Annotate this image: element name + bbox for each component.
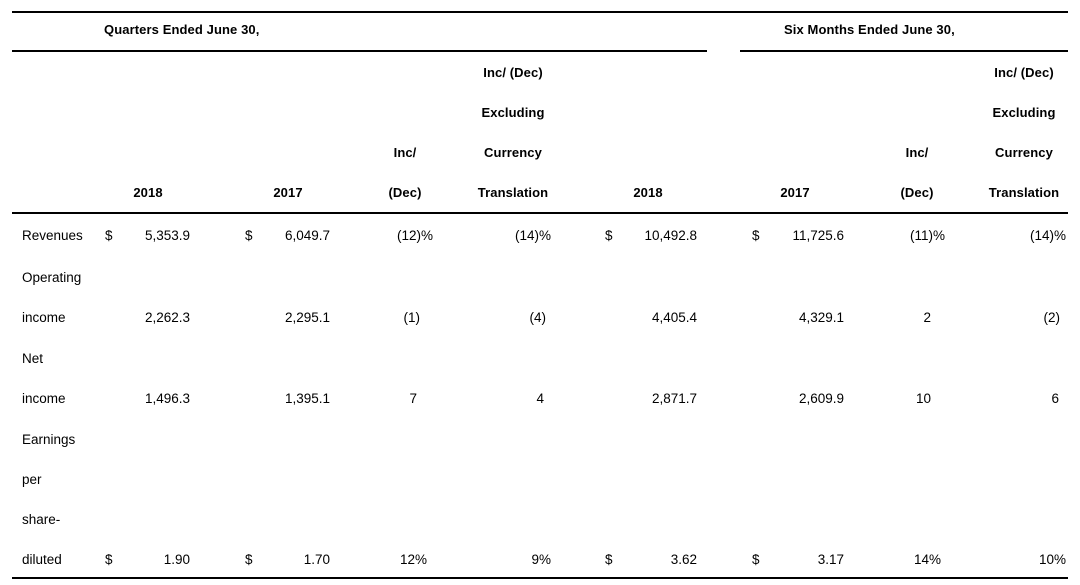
colhead-s-exfx-line1: Inc/ (Dec)	[994, 65, 1054, 80]
cell-s-2018: 3.62	[670, 552, 697, 567]
colhead-q-incdec-line2: (Dec)	[388, 185, 422, 200]
cell-currency-symbol: $	[752, 552, 760, 567]
colhead-s-exfx-line4: Translation	[988, 185, 1060, 200]
row-label-continuation: per	[22, 472, 42, 487]
row-label-continuation: income	[22, 391, 66, 406]
row-label-line: Net	[22, 351, 44, 366]
colhead-q-2017: 2017	[273, 185, 303, 200]
cell-s-2018: 2,871.7	[651, 391, 697, 406]
cell-q-incdec: 12%	[399, 552, 427, 567]
cell-s-incdec: 2	[923, 310, 931, 325]
table-row: Earnings	[22, 432, 75, 447]
cell-q-exfx: 4	[536, 391, 544, 406]
row-label-line: Revenues	[22, 228, 83, 243]
table-row: Revenues	[22, 228, 83, 243]
colhead-s-exfx-line2: Excluding	[992, 105, 1056, 120]
cell-q-exfx: 9%	[531, 552, 551, 567]
colhead-s-2017: 2017	[780, 185, 810, 200]
cell-q-2018: 1.90	[163, 552, 190, 567]
row-label-line: share-	[22, 512, 61, 527]
table-bottom-rule	[12, 577, 1068, 579]
cell-q-2017: 1.70	[303, 552, 330, 567]
group-header-six-months: Six Months Ended June 30,	[784, 22, 955, 37]
cell-s-exfx: 10%	[1038, 552, 1066, 567]
cell-s-exfx: (14)%	[1029, 228, 1066, 243]
cell-s-incdec: (11)%	[909, 228, 945, 243]
cell-q-2017: 2,295.1	[284, 310, 330, 325]
cell-currency-symbol: $	[605, 552, 613, 567]
cell-currency-symbol: $	[245, 228, 253, 243]
cell-q-incdec: 7	[409, 391, 417, 406]
cell-s-2017: 2,609.9	[798, 391, 844, 406]
cell-q-2017: 6,049.7	[284, 228, 330, 243]
row-label-continuation: income	[22, 310, 66, 325]
cell-s-incdec: 10	[915, 391, 931, 406]
cell-q-2017: 1,395.1	[284, 391, 330, 406]
row-label-line: per	[22, 472, 42, 487]
cell-s-2018: 4,405.4	[651, 310, 697, 325]
cell-q-incdec: (12)%	[396, 228, 433, 243]
financial-table: Quarters Ended June 30, Six Months Ended…	[0, 0, 1080, 585]
cell-q-2018: 1,496.3	[144, 391, 190, 406]
table-row: Operating	[22, 270, 81, 285]
cell-s-2018: 10,492.8	[644, 228, 697, 243]
cell-q-exfx: (14)%	[514, 228, 551, 243]
colhead-s-2018: 2018	[633, 185, 663, 200]
colhead-q-exfx-line3: Currency	[484, 145, 542, 160]
row-label-continuation: diluted	[22, 552, 62, 567]
colhead-q-incdec-line1: Inc/	[393, 145, 417, 160]
colhead-q-exfx-line1: Inc/ (Dec)	[483, 65, 543, 80]
row-label-line: income	[22, 391, 66, 406]
colhead-s-exfx-line3: Currency	[995, 145, 1053, 160]
cell-s-incdec: 14%	[913, 552, 941, 567]
cell-q-exfx: (4)	[529, 310, 547, 325]
row-label-line: diluted	[22, 552, 62, 567]
row-label-line: Earnings	[22, 432, 76, 447]
colhead-q-2018: 2018	[133, 185, 163, 200]
table-top-rule	[12, 11, 1068, 13]
cell-currency-symbol: $	[752, 228, 760, 243]
quarters-group-rule	[12, 50, 707, 52]
cell-s-exfx: 6	[1051, 391, 1059, 406]
cell-s-exfx: (2)	[1043, 310, 1061, 325]
cell-s-2017: 4,329.1	[798, 310, 844, 325]
colhead-s-incdec-line1: Inc/	[905, 145, 929, 160]
row-label-line: income	[22, 310, 66, 325]
table-row: Net	[22, 351, 43, 366]
six-months-group-rule	[740, 50, 1068, 52]
cell-q-2018: 2,262.3	[144, 310, 190, 325]
colhead-q-exfx-line4: Translation	[477, 185, 549, 200]
cell-s-2017: 11,725.6	[792, 228, 844, 243]
cell-q-incdec: (1)	[403, 310, 421, 325]
cell-currency-symbol: $	[605, 228, 613, 243]
cell-currency-symbol: $	[105, 228, 113, 243]
cell-currency-symbol: $	[245, 552, 253, 567]
row-label-line: Operating	[22, 270, 82, 285]
colhead-q-exfx-line2: Excluding	[481, 105, 545, 120]
cell-currency-symbol: $	[105, 552, 113, 567]
cell-q-2018: 5,353.9	[144, 228, 190, 243]
group-header-quarters: Quarters Ended June 30,	[104, 22, 260, 37]
row-label-continuation: share-	[22, 512, 60, 527]
header-bottom-rule	[12, 212, 1068, 214]
cell-s-2017: 3.17	[817, 552, 844, 567]
colhead-s-incdec-line2: (Dec)	[900, 185, 934, 200]
